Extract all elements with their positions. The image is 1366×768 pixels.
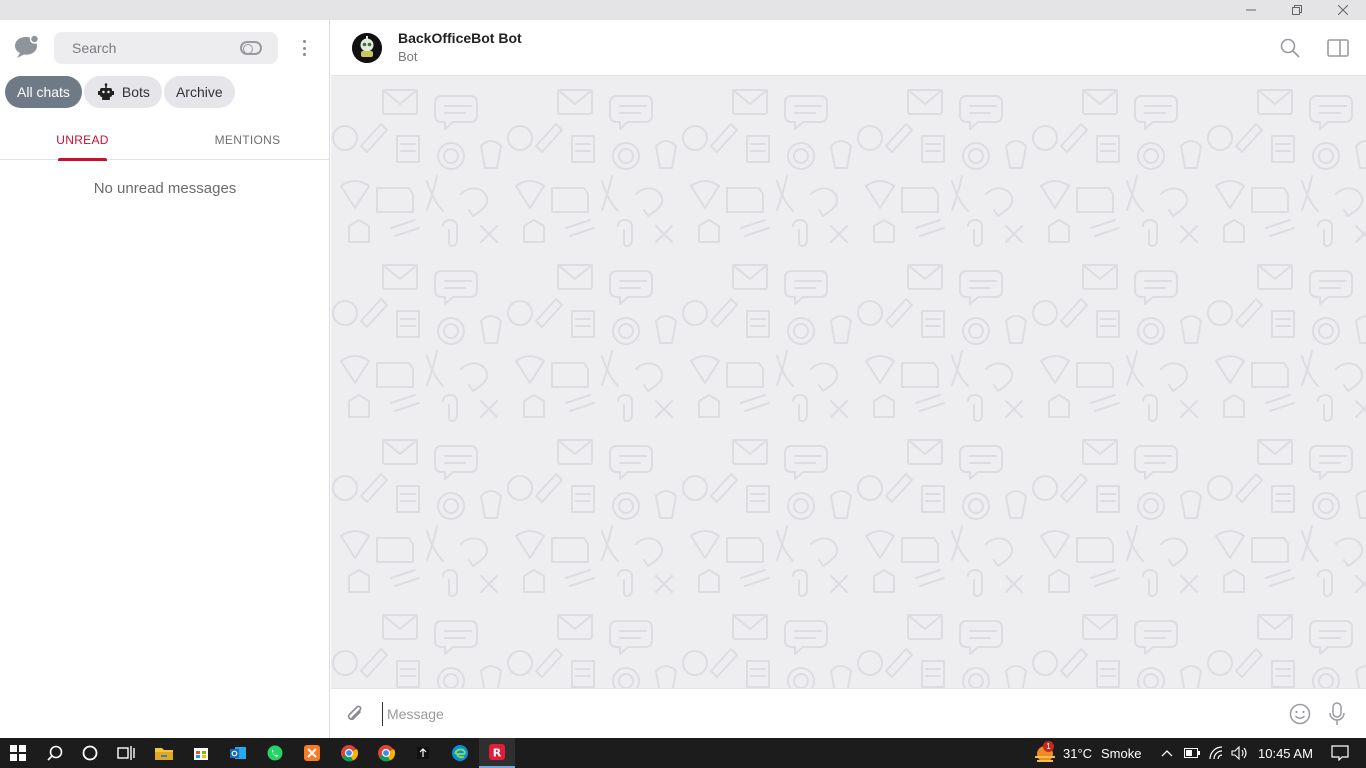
show-hidden-icons[interactable]	[1158, 738, 1176, 768]
filter-label: All chats	[17, 84, 70, 100]
filter-bots[interactable]: Bots	[83, 76, 162, 108]
chat-wallpaper	[331, 76, 1366, 688]
attach-icon[interactable]	[345, 704, 365, 726]
taskbar-chrome[interactable]	[331, 738, 367, 768]
filter-all-chats[interactable]: All chats	[5, 76, 82, 108]
taskbar-outlook[interactable]	[220, 738, 256, 768]
edge-icon	[452, 745, 468, 761]
taskbar-chrome-profile[interactable]	[368, 738, 404, 768]
more-options-icon[interactable]	[296, 38, 312, 58]
weather-temp: 31°C	[1063, 745, 1093, 761]
xampp-icon	[304, 745, 320, 761]
cortana-icon	[82, 745, 98, 761]
taskbar-store[interactable]	[183, 738, 219, 768]
taskbar-edge[interactable]	[442, 738, 478, 768]
rocketchat-icon: R	[489, 744, 505, 760]
outlook-icon	[230, 747, 246, 759]
chat-filters: All chats Bots Archive	[5, 76, 235, 108]
avatar[interactable]	[352, 33, 382, 63]
taskbar-file-explorer[interactable]	[146, 738, 182, 768]
microphone-icon[interactable]	[1329, 702, 1345, 726]
search-icon	[47, 745, 63, 761]
weather-widget[interactable]: 1	[1026, 738, 1062, 768]
filter-label: Archive	[175, 84, 223, 100]
task-view-button[interactable]	[108, 738, 144, 768]
store-icon	[194, 748, 208, 760]
message-composer	[331, 688, 1366, 738]
chat-title: BackOfficeBot Bot	[398, 30, 522, 46]
network-indicator[interactable]	[1206, 738, 1228, 768]
search-box[interactable]	[54, 32, 278, 64]
action-center-button[interactable]	[1322, 738, 1358, 768]
weather-desc: Smoke	[1101, 745, 1142, 761]
volume-indicator[interactable]	[1229, 738, 1251, 768]
bot-avatar-icon	[352, 33, 382, 63]
chat-tabs: UNREAD MENTIONS	[0, 120, 330, 161]
restore-icon	[1292, 5, 1302, 15]
notification-icon	[1331, 745, 1349, 761]
minimize-button[interactable]	[1228, 0, 1274, 20]
tab-mentions[interactable]: MENTIONS	[215, 120, 280, 160]
chat-panel: BackOfficeBot Bot Bot	[331, 20, 1366, 738]
close-icon	[1338, 5, 1348, 15]
restore-button[interactable]	[1274, 0, 1320, 20]
chrome-icon	[378, 745, 395, 762]
chat-header[interactable]: BackOfficeBot Bot Bot	[331, 20, 1366, 76]
emoji-icon[interactable]	[1289, 703, 1311, 725]
minimize-icon	[1246, 9, 1256, 11]
clock[interactable]: 10:45 AM	[1258, 738, 1313, 768]
battery-icon	[1184, 748, 1200, 758]
volume-icon	[1231, 746, 1247, 760]
taskbar-xampp[interactable]	[294, 738, 330, 768]
cortana-button[interactable]	[72, 738, 108, 768]
close-button[interactable]	[1320, 0, 1366, 20]
search-input[interactable]	[72, 40, 222, 56]
tab-unread[interactable]: UNREAD	[56, 120, 108, 161]
bot-icon	[97, 83, 114, 100]
side-panel-icon[interactable]	[1327, 39, 1349, 57]
filter-label: Bots	[121, 84, 150, 100]
search-icon[interactable]	[1280, 38, 1300, 58]
folder-icon	[155, 748, 173, 760]
empty-state-text: No unread messages	[93, 180, 237, 197]
filter-archive[interactable]: Archive	[163, 76, 235, 108]
chrome-icon	[341, 745, 358, 762]
taskbar: R 1 31°C Smoke 10:45 AM	[0, 738, 1366, 768]
battery-indicator[interactable]	[1182, 738, 1202, 768]
wifi-icon	[1209, 746, 1223, 760]
app-logo-icon[interactable]	[12, 34, 40, 60]
taskbar-rocketchat[interactable]: R	[479, 738, 515, 768]
taskbar-whatsapp[interactable]	[257, 738, 293, 768]
taskbar-search-button[interactable]	[37, 738, 73, 768]
start-button[interactable]	[0, 738, 36, 768]
whatsapp-icon	[267, 745, 283, 761]
app-icon	[417, 747, 429, 759]
window-title-bar	[0, 0, 1366, 20]
search-mode-toggle-icon[interactable]	[240, 41, 262, 55]
chevron-up-icon	[1161, 750, 1173, 757]
svg-text:R: R	[493, 747, 502, 760]
sidebar: All chats Bots Archive UNREAD MENTIONS N…	[0, 20, 330, 738]
chat-subtitle: Bot	[398, 49, 418, 64]
message-input[interactable]	[382, 702, 1262, 726]
task-view-icon	[117, 746, 135, 760]
weather-badge: 1	[1043, 741, 1054, 752]
windows-icon	[10, 745, 26, 761]
taskbar-app[interactable]	[405, 738, 441, 768]
